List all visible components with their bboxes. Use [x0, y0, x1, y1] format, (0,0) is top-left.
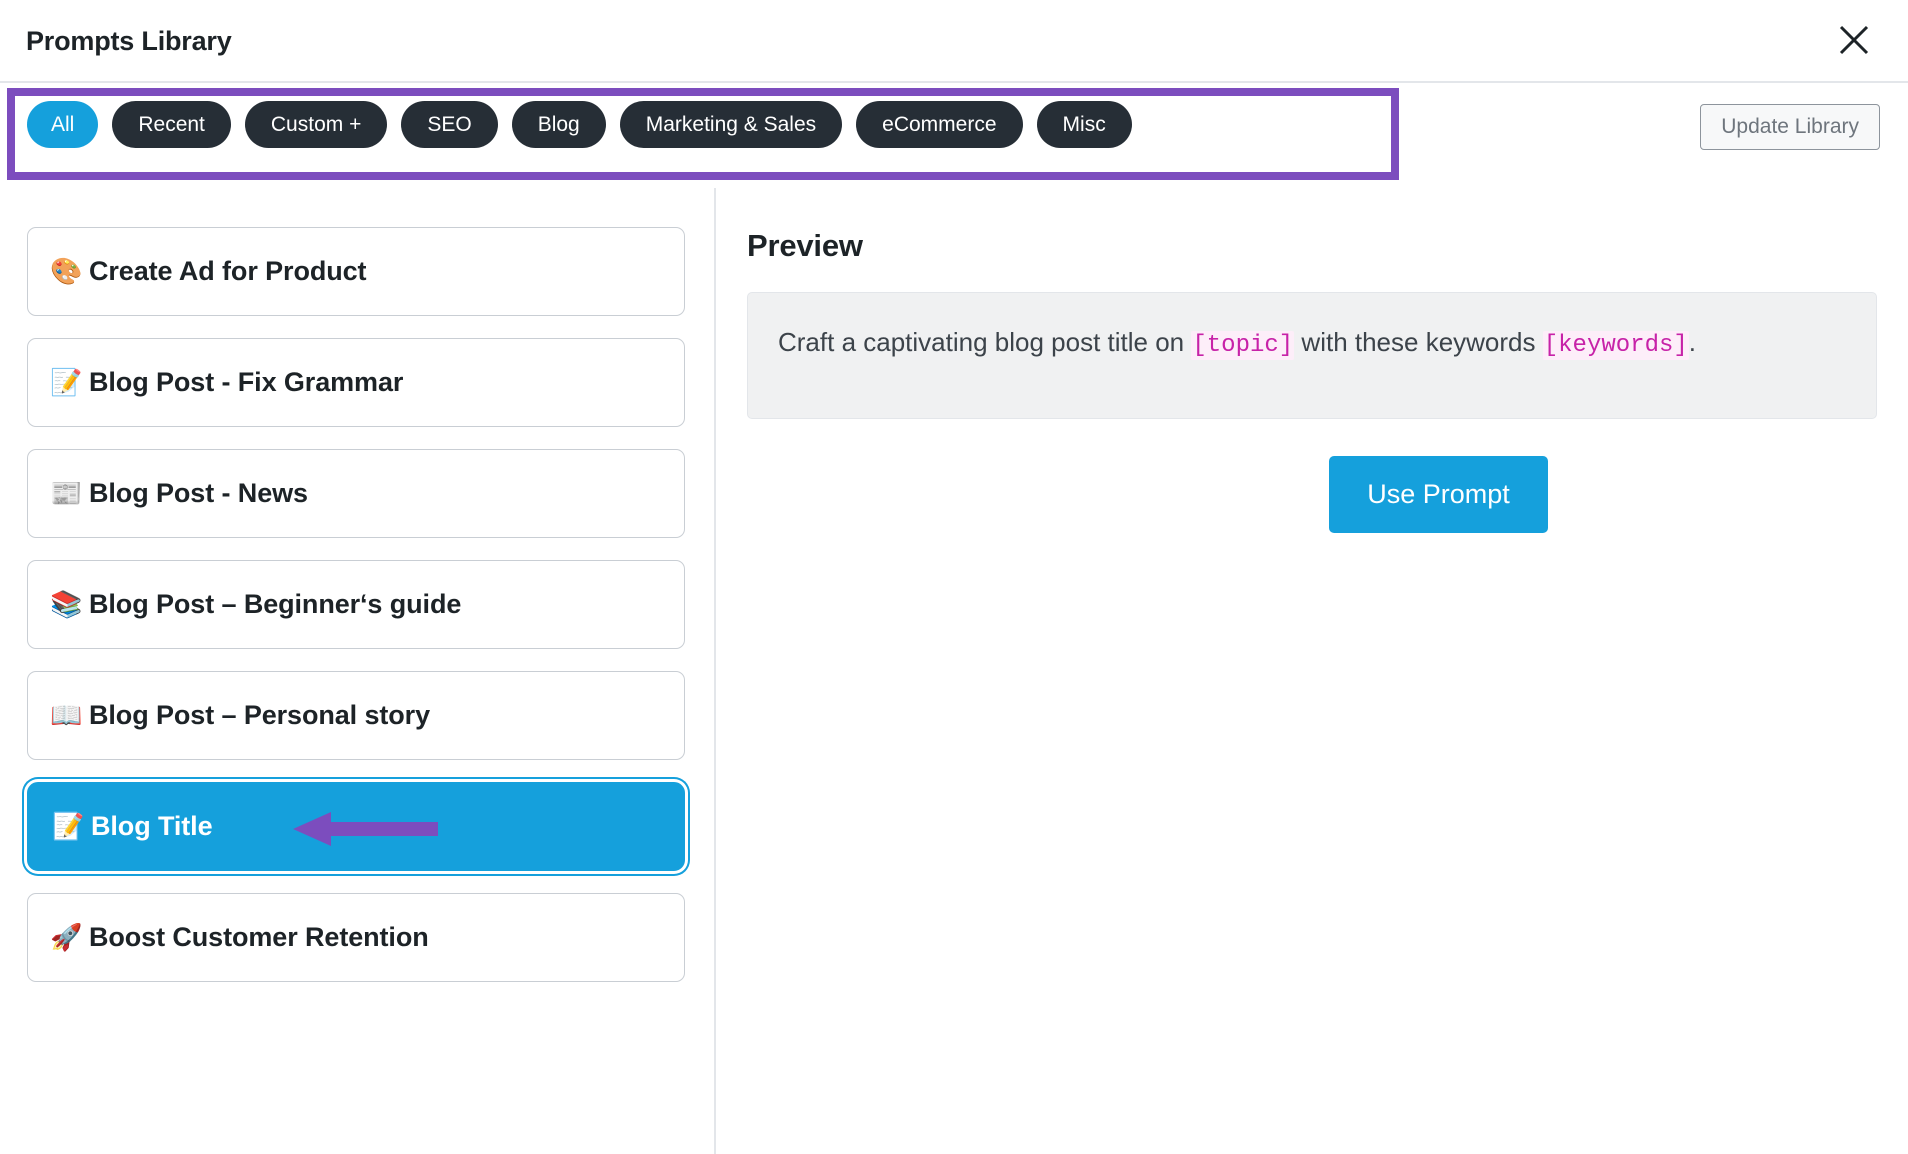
newspaper-icon: 📰 — [50, 478, 83, 509]
list-item[interactable]: 📚 Blog Post – Beginner‘s guide — [27, 560, 685, 649]
prompt-list: 🎨 Create Ad for Product 📝 Blog Post - Fi… — [0, 188, 712, 1004]
list-item[interactable]: 🚀 Boost Customer Retention — [27, 893, 685, 982]
prompt-list-pane[interactable]: 🎨 Create Ad for Product 📝 Blog Post - Fi… — [0, 188, 712, 1154]
memo-icon: 📝 — [50, 367, 83, 398]
list-item-label: Blog Post - News — [89, 478, 308, 508]
list-item-label: Create Ad for Product — [89, 256, 367, 286]
preview-text-segment: . — [1688, 327, 1697, 357]
list-item-label: Blog Post - Fix Grammar — [89, 367, 404, 397]
tab-label: SEO — [427, 112, 472, 136]
list-item-label: Blog Post – Beginner‘s guide — [89, 589, 462, 619]
list-item[interactable]: 📖 Blog Post – Personal story — [27, 671, 685, 760]
preview-token-keywords: [keywords] — [1542, 331, 1689, 360]
tab-label: eCommerce — [882, 112, 997, 136]
category-tabs: All Recent Custom + SEO Blog Marketing &… — [27, 101, 1132, 148]
page-title: Prompts Library — [26, 26, 232, 56]
preview-text-segment: with these keywords — [1294, 327, 1543, 357]
memo-icon: 📝 — [52, 811, 85, 842]
use-prompt-label: Use Prompt — [1367, 479, 1510, 509]
tab-label: Misc — [1062, 112, 1106, 136]
preview-text-box: Craft a captivating blog post title on [… — [747, 292, 1877, 419]
tab-label: Marketing & Sales — [645, 112, 817, 136]
open-book-icon: 📖 — [50, 700, 83, 731]
tab-seo[interactable]: SEO — [401, 101, 498, 148]
tab-marketing-sales[interactable]: Marketing & Sales — [619, 101, 843, 148]
annotation-arrow-icon — [293, 810, 438, 848]
update-library-label: Update Library — [1721, 115, 1859, 138]
tab-label: Recent — [138, 112, 205, 136]
list-item[interactable]: 🎨 Create Ad for Product — [27, 227, 685, 316]
tab-recent[interactable]: Recent — [112, 101, 231, 148]
dialog-header: Prompts Library — [0, 0, 1908, 83]
list-item-label: Blog Title — [91, 811, 213, 841]
preview-text-segment: Craft a captivating blog post title on — [778, 327, 1192, 357]
list-item[interactable]: 📰 Blog Post - News — [27, 449, 685, 538]
tab-label: Custom + — [270, 112, 362, 136]
preview-pane: Preview Craft a captivating blog post ti… — [716, 188, 1908, 1154]
preview-heading: Preview — [747, 228, 863, 263]
preview-token-topic: [topic] — [1191, 331, 1295, 360]
rocket-icon: 🚀 — [50, 922, 83, 953]
tab-label: Blog — [537, 112, 580, 136]
list-item-selected[interactable]: 📝 Blog Title — [27, 782, 685, 871]
list-item-label: Blog Post – Personal story — [89, 700, 430, 730]
use-prompt-button[interactable]: Use Prompt — [1329, 456, 1548, 533]
tab-misc[interactable]: Misc — [1036, 101, 1132, 148]
dialog-body: 🎨 Create Ad for Product 📝 Blog Post - Fi… — [0, 188, 1908, 1154]
list-item-label: Boost Customer Retention — [89, 922, 429, 952]
preview-prompt-text: Craft a captivating blog post title on [… — [778, 321, 1846, 367]
update-library-button[interactable]: Update Library — [1700, 104, 1880, 150]
tab-ecommerce[interactable]: eCommerce — [856, 101, 1023, 148]
tab-label: All — [51, 112, 75, 136]
books-icon: 📚 — [50, 589, 83, 620]
tab-blog[interactable]: Blog — [511, 101, 606, 148]
tab-all[interactable]: All — [27, 101, 99, 148]
list-item[interactable]: 📝 Blog Post - Fix Grammar — [27, 338, 685, 427]
palette-icon: 🎨 — [50, 256, 83, 287]
close-icon[interactable] — [1828, 14, 1880, 66]
tab-custom[interactable]: Custom + — [244, 101, 388, 148]
category-tab-bar: All Recent Custom + SEO Blog Marketing &… — [0, 83, 1908, 188]
